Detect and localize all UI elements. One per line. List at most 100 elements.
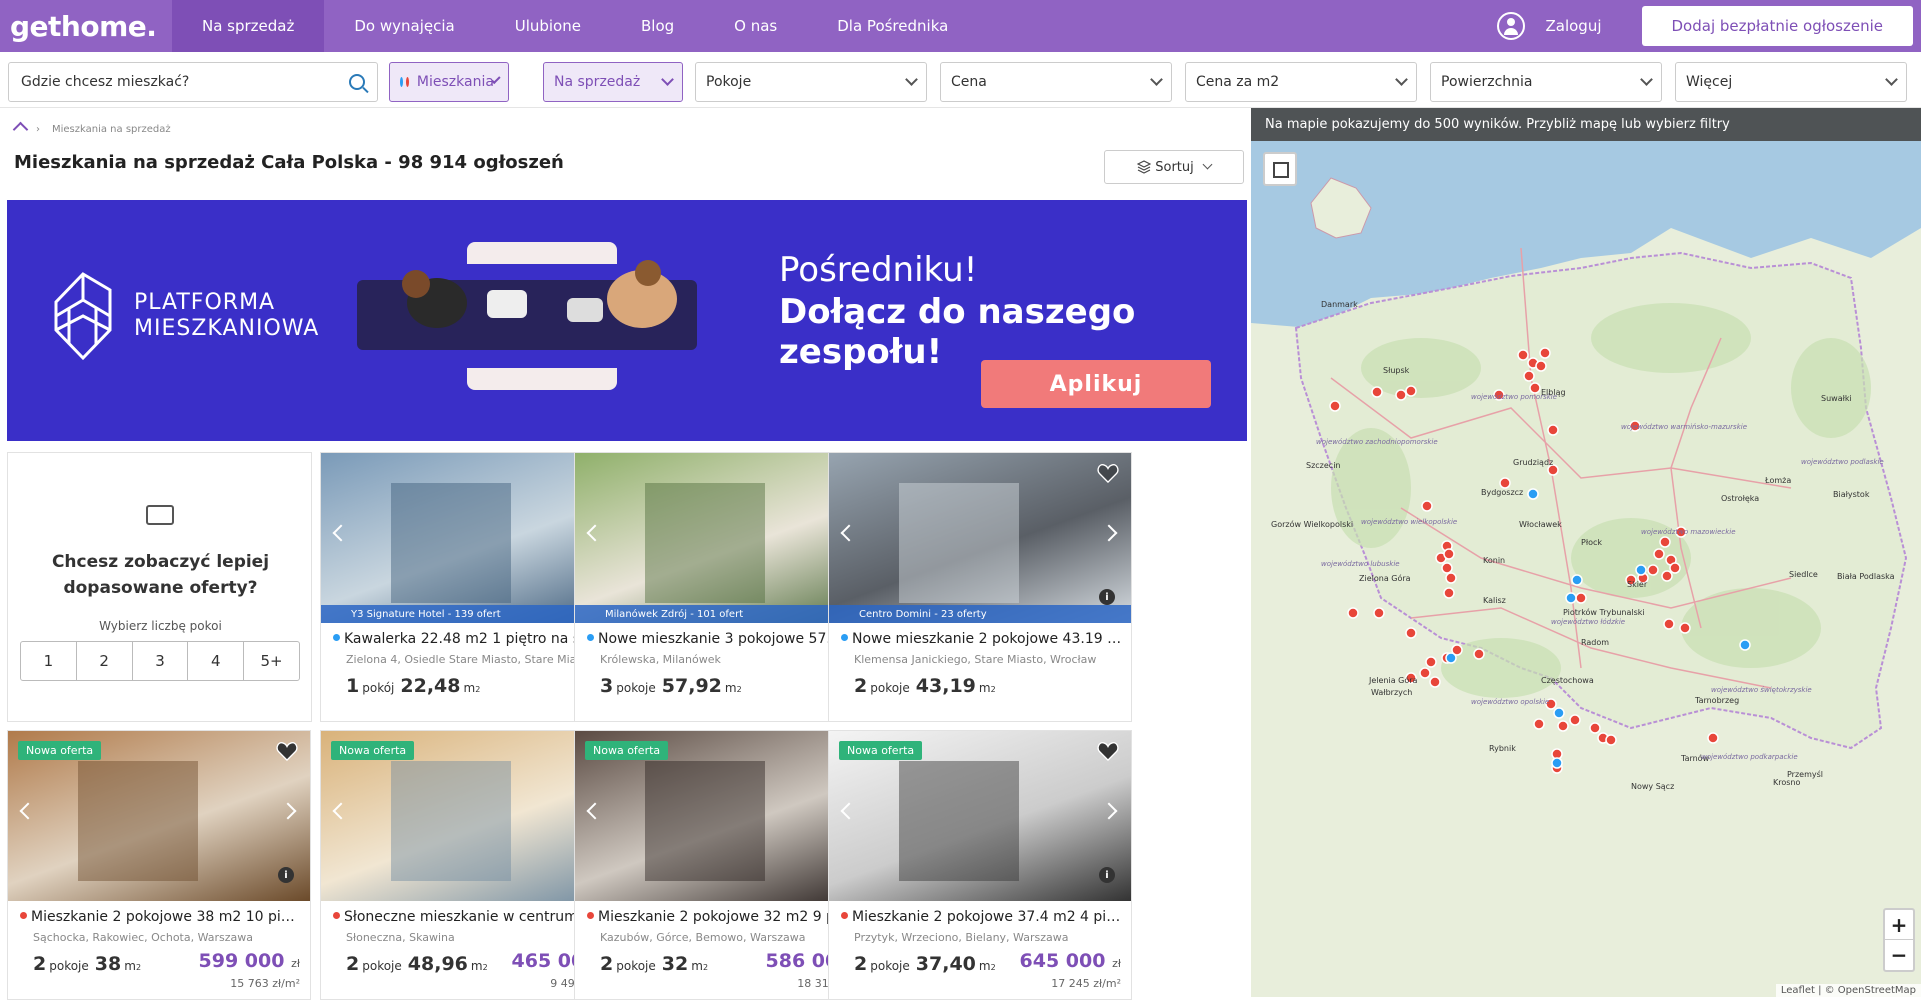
prev-photo-icon[interactable] <box>19 802 37 820</box>
zoom-in-button[interactable]: + <box>1885 910 1913 940</box>
listing-photo[interactable]: Nowa oferta i <box>8 731 310 901</box>
info-icon[interactable]: i <box>1099 867 1115 883</box>
map-marker-offer[interactable] <box>1425 656 1437 668</box>
rooms-option-1[interactable]: 1 <box>21 642 77 680</box>
area-select[interactable]: Powierzchnia <box>1430 62 1662 102</box>
add-listing-button[interactable]: Dodaj bezpłatnie ogłoszenie <box>1641 6 1913 46</box>
more-select[interactable]: Więcej <box>1675 62 1907 102</box>
prev-photo-icon[interactable] <box>586 802 604 820</box>
map-marker-investment[interactable] <box>1445 652 1457 664</box>
listing-title[interactable]: Mieszkanie 2 pokojowe 38 m2 10 piętro <box>20 909 302 925</box>
map-attribution[interactable]: Leaflet | © OpenStreetMap <box>1775 984 1921 997</box>
price-select[interactable]: Cena <box>940 62 1172 102</box>
listing-title[interactable]: Nowe mieszkanie 3 pokojowe 57.92 m2 <box>587 631 869 647</box>
map-marker-offer[interactable] <box>1445 572 1457 584</box>
map-marker-offer[interactable] <box>1569 714 1581 726</box>
map-marker-offer[interactable] <box>1371 386 1383 398</box>
rooms-option-4[interactable]: 4 <box>188 642 245 680</box>
map-marker-offer[interactable] <box>1499 477 1511 489</box>
map-marker-offer[interactable] <box>1373 607 1385 619</box>
map-marker-investment[interactable] <box>1553 707 1565 719</box>
map-marker-investment[interactable] <box>1571 574 1583 586</box>
prev-photo-icon[interactable] <box>840 524 858 542</box>
heart-icon[interactable] <box>1097 741 1119 761</box>
prev-photo-icon[interactable] <box>586 524 604 542</box>
zoom-out-button[interactable]: − <box>1885 940 1913 970</box>
rooms-option-2[interactable]: 2 <box>77 642 133 680</box>
map-marker-offer[interactable] <box>1557 720 1569 732</box>
map-marker-offer[interactable] <box>1533 718 1545 730</box>
map-marker-offer[interactable] <box>1663 618 1675 630</box>
expand-map-button[interactable] <box>1263 152 1297 186</box>
next-photo-icon[interactable] <box>1100 802 1118 820</box>
map-marker-offer[interactable] <box>1405 385 1417 397</box>
nav-about[interactable]: O nas <box>704 0 807 52</box>
map-marker-offer[interactable] <box>1405 627 1417 639</box>
next-photo-icon[interactable] <box>279 802 297 820</box>
map-marker-offer[interactable] <box>1653 548 1665 560</box>
map-marker-offer[interactable] <box>1589 722 1601 734</box>
map-marker-offer[interactable] <box>1661 570 1673 582</box>
nav-favorites[interactable]: Ulubione <box>485 0 611 52</box>
listing-title[interactable]: Mieszkanie 2 pokojowe 37.4 m2 4 piętro <box>841 909 1123 925</box>
map-marker-offer[interactable] <box>1395 389 1407 401</box>
rooms-option-3[interactable]: 3 <box>133 642 189 680</box>
nav-for-agents[interactable]: Dla Pośrednika <box>807 0 978 52</box>
listing-title[interactable]: Nowe mieszkanie 2 pokojowe 43.19 m2 <box>841 631 1123 647</box>
map-marker-investment[interactable] <box>1739 639 1751 651</box>
login-link[interactable]: Zaloguj <box>1497 12 1602 40</box>
apply-button[interactable]: Aplikuj <box>981 360 1211 408</box>
listing-title[interactable]: Kawalerka 22.48 m2 1 piętro na sprzedaż <box>333 631 615 647</box>
map-marker-offer[interactable] <box>1535 360 1547 372</box>
listing-title[interactable]: Słoneczne mieszkanie w centrum Skawiny <box>333 909 615 925</box>
price-m2-select[interactable]: Cena za m2 <box>1185 62 1417 102</box>
listing-card[interactable]: Nowa oferta i Mieszkanie 2 pokojowe 37.4 m… <box>828 730 1132 1000</box>
map-marker-offer[interactable] <box>1347 607 1359 619</box>
map-marker-offer[interactable] <box>1707 732 1719 744</box>
map-marker-investment[interactable] <box>1565 592 1577 604</box>
map-marker-offer[interactable] <box>1473 648 1485 660</box>
search-icon[interactable] <box>349 74 365 90</box>
map-marker-investment[interactable] <box>1551 757 1563 769</box>
map-marker-offer[interactable] <box>1419 667 1431 679</box>
map-marker-offer[interactable] <box>1647 564 1659 576</box>
prev-photo-icon[interactable] <box>332 802 350 820</box>
map-marker-offer[interactable] <box>1547 424 1559 436</box>
search-input[interactable]: Gdzie chcesz mieszkać? <box>8 62 378 102</box>
listing-card[interactable]: Nowa oferta i Mieszkanie 2 pokojowe 38 m2 … <box>7 730 311 1000</box>
listing-photo[interactable]: i Centro Domini - 23 oferty <box>829 453 1131 623</box>
map-marker-offer[interactable] <box>1529 382 1541 394</box>
info-icon[interactable]: i <box>278 867 294 883</box>
nav-blog[interactable]: Blog <box>611 0 704 52</box>
heart-icon[interactable] <box>276 741 298 761</box>
map-marker-investment[interactable] <box>1527 488 1539 500</box>
map-marker-investment[interactable] <box>1635 564 1647 576</box>
map-marker-offer[interactable] <box>1421 500 1433 512</box>
prev-photo-icon[interactable] <box>332 524 350 542</box>
sort-button[interactable]: Sortuj <box>1104 150 1244 184</box>
map-marker-offer[interactable] <box>1605 734 1617 746</box>
nav-for-rent[interactable]: Do wynajęcia <box>324 0 484 52</box>
map-marker-offer[interactable] <box>1679 622 1691 634</box>
heart-icon[interactable] <box>1097 463 1119 483</box>
map-marker-offer[interactable] <box>1329 400 1341 412</box>
map-marker-offer[interactable] <box>1517 349 1529 361</box>
listing-card[interactable]: i Centro Domini - 23 oferty Nowe mieszkani… <box>828 452 1132 722</box>
map-marker-offer[interactable] <box>1669 562 1681 574</box>
map-marker-offer[interactable] <box>1575 592 1587 604</box>
map[interactable]: Na mapie pokazujemy do 500 wyników. Przy… <box>1251 108 1921 997</box>
rooms-option-5plus[interactable]: 5+ <box>244 642 299 680</box>
next-photo-icon[interactable] <box>1100 524 1118 542</box>
listing-title[interactable]: Mieszkanie 2 pokojowe 32 m2 9 piętro <box>587 909 869 925</box>
investment-caption[interactable]: Centro Domini - 23 oferty <box>829 605 1131 623</box>
breadcrumb-current[interactable]: Mieszkania na sprzedaż <box>52 124 171 135</box>
nav-for-sale[interactable]: Na sprzedaż <box>172 0 325 52</box>
promo-banner[interactable]: PLATFORMA MIESZKANIOWA Pośredniku! Dołąc… <box>7 200 1247 441</box>
map-marker-offer[interactable] <box>1429 676 1441 688</box>
deal-type-select[interactable]: Na sprzedaż <box>543 62 683 102</box>
map-marker-offer[interactable] <box>1523 370 1535 382</box>
map-marker-offer[interactable] <box>1659 536 1671 548</box>
home-icon[interactable] <box>14 124 26 135</box>
map-marker-offer[interactable] <box>1539 347 1551 359</box>
listing-photo[interactable]: Nowa oferta i <box>829 731 1131 901</box>
